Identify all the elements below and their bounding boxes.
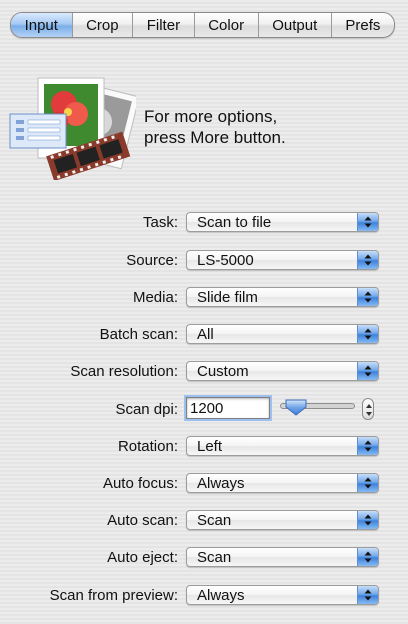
scan-resolution-row: Scan resolution: Custom — [0, 361, 408, 385]
auto-focus-label: Auto focus: — [102, 475, 178, 492]
rotation-label: Rotation: — [117, 438, 178, 455]
updown-arrows-icon — [357, 511, 378, 529]
rotation-popup[interactable]: Left — [186, 436, 379, 456]
tab-output[interactable]: Output — [259, 13, 332, 37]
tab-input[interactable]: Input — [11, 13, 73, 37]
auto-eject-value: Scan — [197, 549, 232, 566]
more-options-hint: For more options, press More button. — [144, 106, 286, 148]
scan-from-preview-label: Scan from preview: — [49, 587, 178, 604]
scanner-photo-film-icon — [9, 77, 136, 180]
rotation-value: Left — [197, 438, 223, 455]
batch-scan-row: Batch scan: All — [0, 324, 408, 348]
batch-scan-value: All — [197, 326, 214, 343]
updown-arrows-icon — [357, 288, 378, 306]
media-value: Slide film — [197, 289, 258, 306]
scan-dpi-input[interactable] — [184, 395, 272, 421]
batch-scan-label: Batch scan: — [99, 326, 178, 343]
slider-thumb-icon[interactable] — [284, 398, 308, 416]
updown-arrows-icon — [357, 251, 378, 269]
task-label: Task: — [142, 214, 178, 231]
source-label: Source: — [126, 252, 178, 269]
auto-eject-label: Auto eject: — [107, 549, 178, 566]
media-label: Media: — [132, 289, 178, 306]
updown-arrows-icon — [357, 325, 378, 343]
scan-resolution-label: Scan resolution: — [70, 363, 178, 380]
scan-from-preview-popup[interactable]: Always — [186, 585, 379, 605]
task-row: Task: Scan to file — [0, 212, 408, 236]
auto-eject-popup[interactable]: Scan — [186, 547, 379, 567]
scan-dpi-row: Scan dpi: — [0, 395, 408, 423]
scan-dpi-stepper[interactable] — [362, 398, 374, 420]
scanner-input-panel: Input Crop Filter Color Output Prefs For… — [0, 0, 408, 624]
stepper-icon — [366, 404, 372, 416]
task-popup[interactable]: Scan to file — [186, 212, 379, 232]
hint-line-1: For more options, — [144, 107, 278, 126]
source-value: LS-5000 — [197, 252, 254, 269]
updown-arrows-icon — [357, 213, 378, 231]
tab-crop[interactable]: Crop — [73, 13, 134, 37]
scan-resolution-popup[interactable]: Custom — [186, 361, 379, 381]
tab-bar: Input Crop Filter Color Output Prefs — [10, 12, 395, 38]
updown-arrows-icon — [357, 437, 378, 455]
scan-dpi-label: Scan dpi: — [115, 401, 178, 418]
auto-scan-row: Auto scan: Scan — [0, 510, 408, 534]
updown-arrows-icon — [357, 362, 378, 380]
updown-arrows-icon — [357, 474, 378, 492]
scan-from-preview-row: Scan from preview: Always — [0, 585, 408, 609]
rotation-row: Rotation: Left — [0, 436, 408, 460]
source-popup[interactable]: LS-5000 — [186, 250, 379, 270]
source-row: Source: LS-5000 — [0, 250, 408, 274]
scan-from-preview-value: Always — [197, 587, 245, 604]
auto-scan-value: Scan — [197, 512, 232, 529]
tab-prefs[interactable]: Prefs — [332, 13, 394, 37]
auto-scan-label: Auto scan: — [107, 512, 178, 529]
media-popup[interactable]: Slide film — [186, 287, 379, 307]
updown-arrows-icon — [357, 548, 378, 566]
tab-filter[interactable]: Filter — [133, 13, 195, 37]
batch-scan-popup[interactable]: All — [186, 324, 379, 344]
auto-focus-row: Auto focus: Always — [0, 473, 408, 497]
task-value: Scan to file — [197, 214, 272, 231]
media-row: Media: Slide film — [0, 287, 408, 311]
auto-scan-popup[interactable]: Scan — [186, 510, 379, 530]
auto-eject-row: Auto eject: Scan — [0, 547, 408, 571]
tab-color[interactable]: Color — [195, 13, 259, 37]
hint-line-2: press More button. — [144, 128, 286, 147]
auto-focus-popup[interactable]: Always — [186, 473, 379, 493]
updown-arrows-icon — [357, 586, 378, 604]
scan-resolution-value: Custom — [197, 363, 249, 380]
auto-focus-value: Always — [197, 475, 245, 492]
